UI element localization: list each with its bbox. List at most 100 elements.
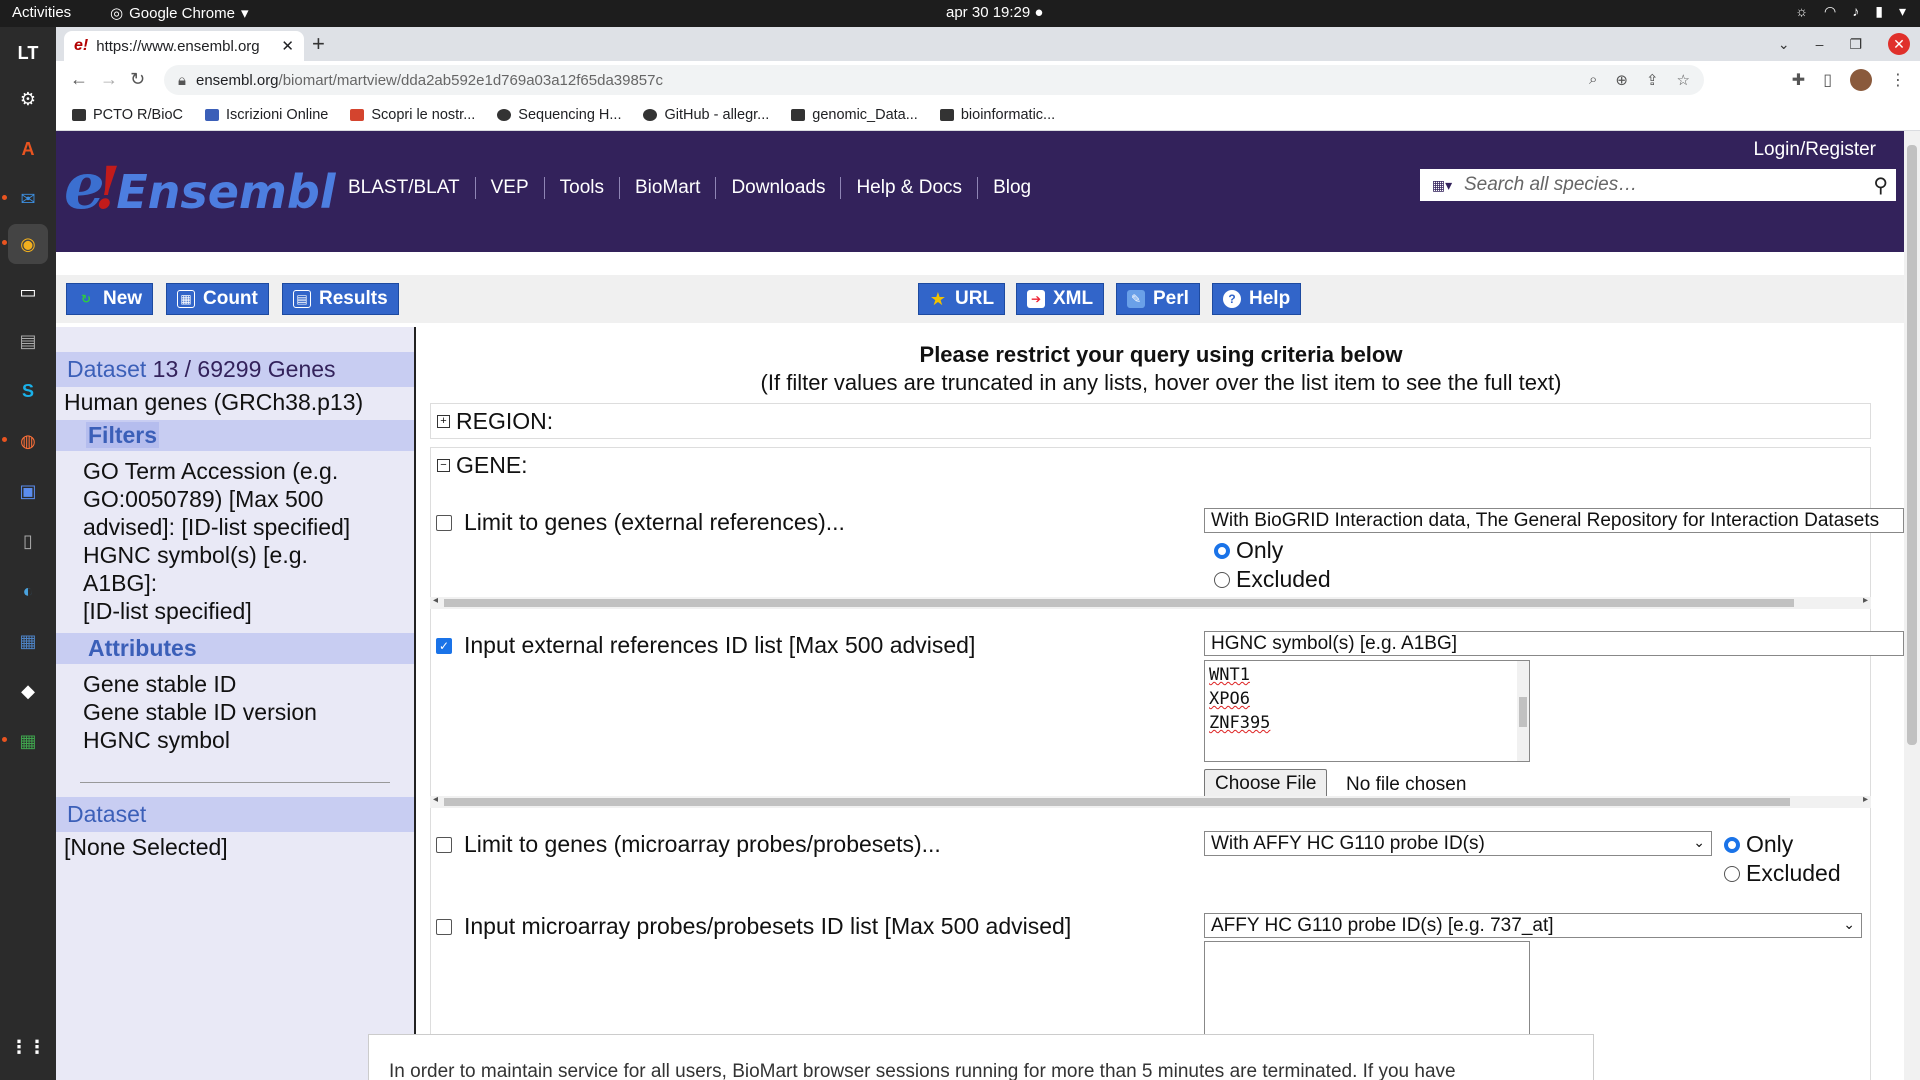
species-selector[interactable]: ▦▾ — [1420, 169, 1464, 201]
app-menu[interactable]: ◎ Google Chrome ▾ — [110, 4, 249, 23]
lock-icon[interactable]: 🔒︎ — [178, 72, 186, 89]
scroll-right-arrow[interactable]: ▸ — [1863, 595, 1868, 606]
gene-header[interactable]: − GENE: — [431, 448, 1870, 483]
system-tray[interactable]: ☼ ◠ ♪ ▮ ▾ — [1795, 3, 1906, 20]
help-button[interactable]: ? Help — [1212, 283, 1302, 315]
page-scrollbar[interactable] — [1904, 131, 1920, 1080]
scrollbar-thumb[interactable] — [1519, 697, 1527, 727]
textarea-scrollbar[interactable] — [1517, 661, 1529, 761]
terminal-icon[interactable]: ▭ — [8, 272, 48, 312]
lt-app-icon[interactable]: LT — [8, 33, 48, 73]
microarray-ids-checkbox[interactable] — [436, 918, 452, 935]
nav-biomart[interactable]: BioMart — [618, 177, 715, 199]
nav-tools[interactable]: Tools — [543, 177, 619, 199]
dataset-name[interactable]: Human genes (GRCh38.p13) — [56, 387, 414, 418]
bookmark-item[interactable]: Iscrizioni Online — [204, 107, 328, 123]
bookmark-item[interactable]: bioinformatic... — [939, 107, 1055, 123]
external-refs-excluded-radio[interactable]: Excluded — [1214, 566, 1331, 593]
close-icon[interactable]: ✕ — [281, 37, 294, 55]
close-window-button[interactable]: ✕ — [1888, 33, 1910, 55]
browser-tab[interactable]: e! https://www.ensembl.org ✕ — [64, 31, 304, 61]
extensions-icon[interactable]: ✚ — [1792, 70, 1805, 90]
perl-button[interactable]: ✎ Perl — [1116, 283, 1200, 315]
horizontal-scrollbar[interactable]: ◂ ▸ — [430, 794, 1871, 808]
chrome-icon[interactable]: ◉ — [8, 224, 48, 264]
new-tab-button[interactable]: + — [312, 31, 325, 57]
firefox-icon[interactable]: ◍ — [8, 421, 48, 461]
address-bar[interactable]: 🔒︎ ensembl.org /biomart/martview/dda2ab5… — [164, 65, 1704, 95]
scroll-left-arrow[interactable]: ◂ — [433, 595, 438, 606]
thunderbird-icon[interactable]: ✉ — [8, 179, 48, 219]
reload-button[interactable]: ↻ — [130, 69, 145, 90]
xml-button[interactable]: ➔ XML — [1016, 283, 1105, 315]
clock[interactable]: apr 30 19:29 ● — [946, 4, 1043, 21]
id-list-textarea[interactable]: WNT1 XPO6 ZNF395 — [1204, 660, 1530, 762]
external-refs-select[interactable]: With BioGRID Interaction data, The Gener… — [1204, 508, 1904, 533]
microarray-select[interactable]: With AFFY HC G110 probe ID(s) ⌄ — [1204, 831, 1712, 856]
menu-icon[interactable]: ⋮ — [1890, 70, 1906, 90]
zoom-icon[interactable]: ⊕ — [1615, 71, 1628, 89]
count-button[interactable]: ▦ Count — [166, 283, 269, 315]
settings-icon[interactable]: ⚙ — [8, 79, 48, 119]
species-search[interactable]: ▦▾ Search all species… ⚲ — [1420, 169, 1896, 201]
bookmark-item[interactable]: GitHub - allegr... — [643, 107, 769, 123]
probe-type-select[interactable]: AFFY HC G110 probe ID(s) [e.g. 737_at] ⌄ — [1204, 913, 1862, 938]
forward-button[interactable]: → — [100, 69, 118, 90]
search-input[interactable]: Search all species… — [1464, 174, 1637, 196]
id-type-select[interactable]: HGNC symbol(s) [e.g. A1BG] — [1204, 631, 1904, 656]
bookmark-item[interactable]: Scopri le nostr... — [350, 107, 475, 123]
nav-vep[interactable]: VEP — [474, 177, 544, 199]
bookmark-item[interactable]: genomic_Data... — [791, 107, 918, 123]
new-button[interactable]: ↻ New — [66, 283, 154, 315]
usb-icon[interactable]: ▯ — [8, 521, 48, 561]
nav-help-docs[interactable]: Help & Docs — [840, 177, 977, 199]
nav-downloads[interactable]: Downloads — [715, 177, 840, 199]
screenshot-icon[interactable]: ▣ — [8, 471, 48, 511]
activities-button[interactable]: Activities — [12, 4, 71, 21]
minimize-button[interactable]: – — [1816, 36, 1824, 52]
skype-icon[interactable]: S — [8, 371, 48, 411]
scrollbar-thumb[interactable] — [444, 798, 1790, 806]
back-button[interactable]: ← — [70, 69, 88, 90]
choose-file-button[interactable]: Choose File — [1204, 769, 1328, 799]
url-button[interactable]: ★ URL — [918, 283, 1006, 315]
external-refs-only-radio[interactable]: Only — [1214, 537, 1283, 564]
restore-button[interactable]: ❐ — [1849, 36, 1862, 53]
side-panel-icon[interactable]: ▯ — [1823, 70, 1832, 90]
show-apps-icon[interactable]: ⋮⋮ — [8, 1027, 48, 1067]
id-list-checkbox[interactable]: ✓ — [436, 637, 452, 654]
scrollbar-thumb[interactable] — [1907, 145, 1917, 745]
external-refs-checkbox[interactable] — [436, 514, 452, 531]
attributes-header[interactable]: Attributes — [56, 633, 414, 664]
collapse-icon[interactable]: − — [437, 459, 450, 472]
results-button[interactable]: ▤ Results — [282, 283, 399, 315]
microarray-checkbox[interactable] — [436, 836, 452, 853]
login-register-link[interactable]: Login/Register — [1753, 139, 1876, 161]
scroll-right-arrow[interactable]: ▸ — [1863, 794, 1868, 805]
horizontal-scrollbar[interactable]: ◂ ▸ — [430, 595, 1871, 609]
tab-search-icon[interactable]: ⌄ — [1778, 36, 1790, 53]
nav-blog[interactable]: Blog — [977, 177, 1046, 199]
microarray-excluded-radio[interactable]: Excluded — [1724, 860, 1841, 887]
dataset2-header[interactable]: Dataset — [56, 797, 414, 832]
nav-blast[interactable]: BLAST/BLAT — [338, 177, 475, 199]
bookmark-star-icon[interactable]: ☆ — [1677, 71, 1690, 89]
ensembl-logo[interactable]: e ! Ensembl — [64, 149, 336, 224]
search-icon[interactable]: ⚲ — [1873, 173, 1888, 198]
inkscape-icon[interactable]: ◆ — [8, 671, 48, 711]
browser-icon[interactable]: ◐ — [8, 571, 48, 611]
files-icon[interactable]: ▤ — [8, 321, 48, 361]
bookmark-item[interactable]: Sequencing H... — [497, 107, 621, 123]
scroll-left-arrow[interactable]: ◂ — [433, 794, 438, 805]
region-header[interactable]: + REGION: — [431, 404, 1870, 439]
software-center-icon[interactable]: A — [8, 129, 48, 169]
writer-icon[interactable]: ▦ — [8, 621, 48, 661]
calc-icon[interactable]: ▦ — [8, 721, 48, 761]
filters-header[interactable]: Filters — [56, 420, 414, 451]
scrollbar-thumb[interactable] — [444, 599, 1794, 607]
share-icon[interactable]: ⇪ — [1646, 71, 1659, 89]
dataset-header[interactable]: Dataset 13 / 69299 Genes — [56, 352, 414, 387]
bookmark-item[interactable]: PCTO R/BioC — [72, 107, 183, 123]
avatar[interactable] — [1850, 69, 1872, 91]
search-icon[interactable]: ⌕ — [1589, 71, 1597, 89]
